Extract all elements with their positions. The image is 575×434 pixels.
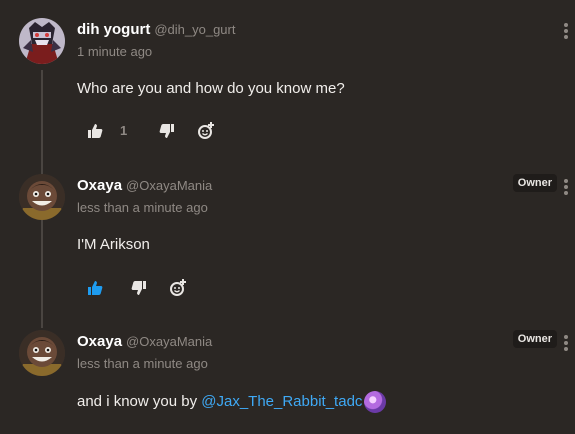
timestamp: less than a minute ago [77,356,208,371]
thumbs-down-icon [159,124,174,138]
owner-badge: Owner [512,174,557,192]
dislike-button[interactable] [159,121,175,141]
user-mention-link[interactable]: @Jax_The_Rabbit_tadc [201,393,362,410]
add-reaction-button[interactable] [197,121,215,141]
owner-badge: Owner [512,330,557,348]
author-name[interactable]: Oxaya [77,177,122,194]
like-button[interactable] [87,278,103,298]
like-count: 1 [120,123,128,138]
avatar-dih-yogurt[interactable] [19,18,65,64]
author-handle[interactable]: @dih_yo_gurt [154,22,235,37]
add-reaction-icon [170,279,186,296]
comment-text-prefix: and i know you by [77,392,202,410]
avatar-oxaya[interactable] [19,330,65,376]
more-options-icon[interactable] [563,23,569,39]
add-reaction-icon [198,122,214,139]
author-line: dih yogurt @dih_yo_gurt [77,21,235,39]
comment-text: and i know you by @Jax_The_Rabbit_tadc [77,391,387,413]
thumbs-up-icon [88,281,103,295]
comment-text: I'M Arikson [77,236,150,253]
more-options-icon[interactable] [563,335,569,351]
author-line: Oxaya @OxayaMania [77,177,212,195]
comment-thread: dih yogurt @dih_yo_gurt 1 minute ago Who … [0,0,575,434]
dislike-button[interactable] [131,278,147,298]
like-button[interactable] [87,121,103,141]
author-name[interactable]: dih yogurt [77,21,150,38]
author-handle[interactable]: @OxayaMania [126,334,212,349]
comment-actions [77,278,277,298]
more-options-icon[interactable] [563,179,569,195]
author-handle[interactable]: @OxayaMania [126,178,212,193]
timestamp: 1 minute ago [77,44,153,59]
thumbs-down-icon [131,281,146,295]
thumbs-up-icon [88,124,103,138]
add-reaction-button[interactable] [169,278,187,298]
comment-text: Who are you and how do you know me? [77,80,345,97]
avatar-oxaya[interactable] [19,174,65,220]
author-name[interactable]: Oxaya [77,333,122,350]
timestamp: less than a minute ago [77,200,208,215]
author-line: Oxaya @OxayaMania [77,333,212,351]
mention-avatar-icon [364,391,387,413]
comment-actions: 1 [77,121,277,141]
